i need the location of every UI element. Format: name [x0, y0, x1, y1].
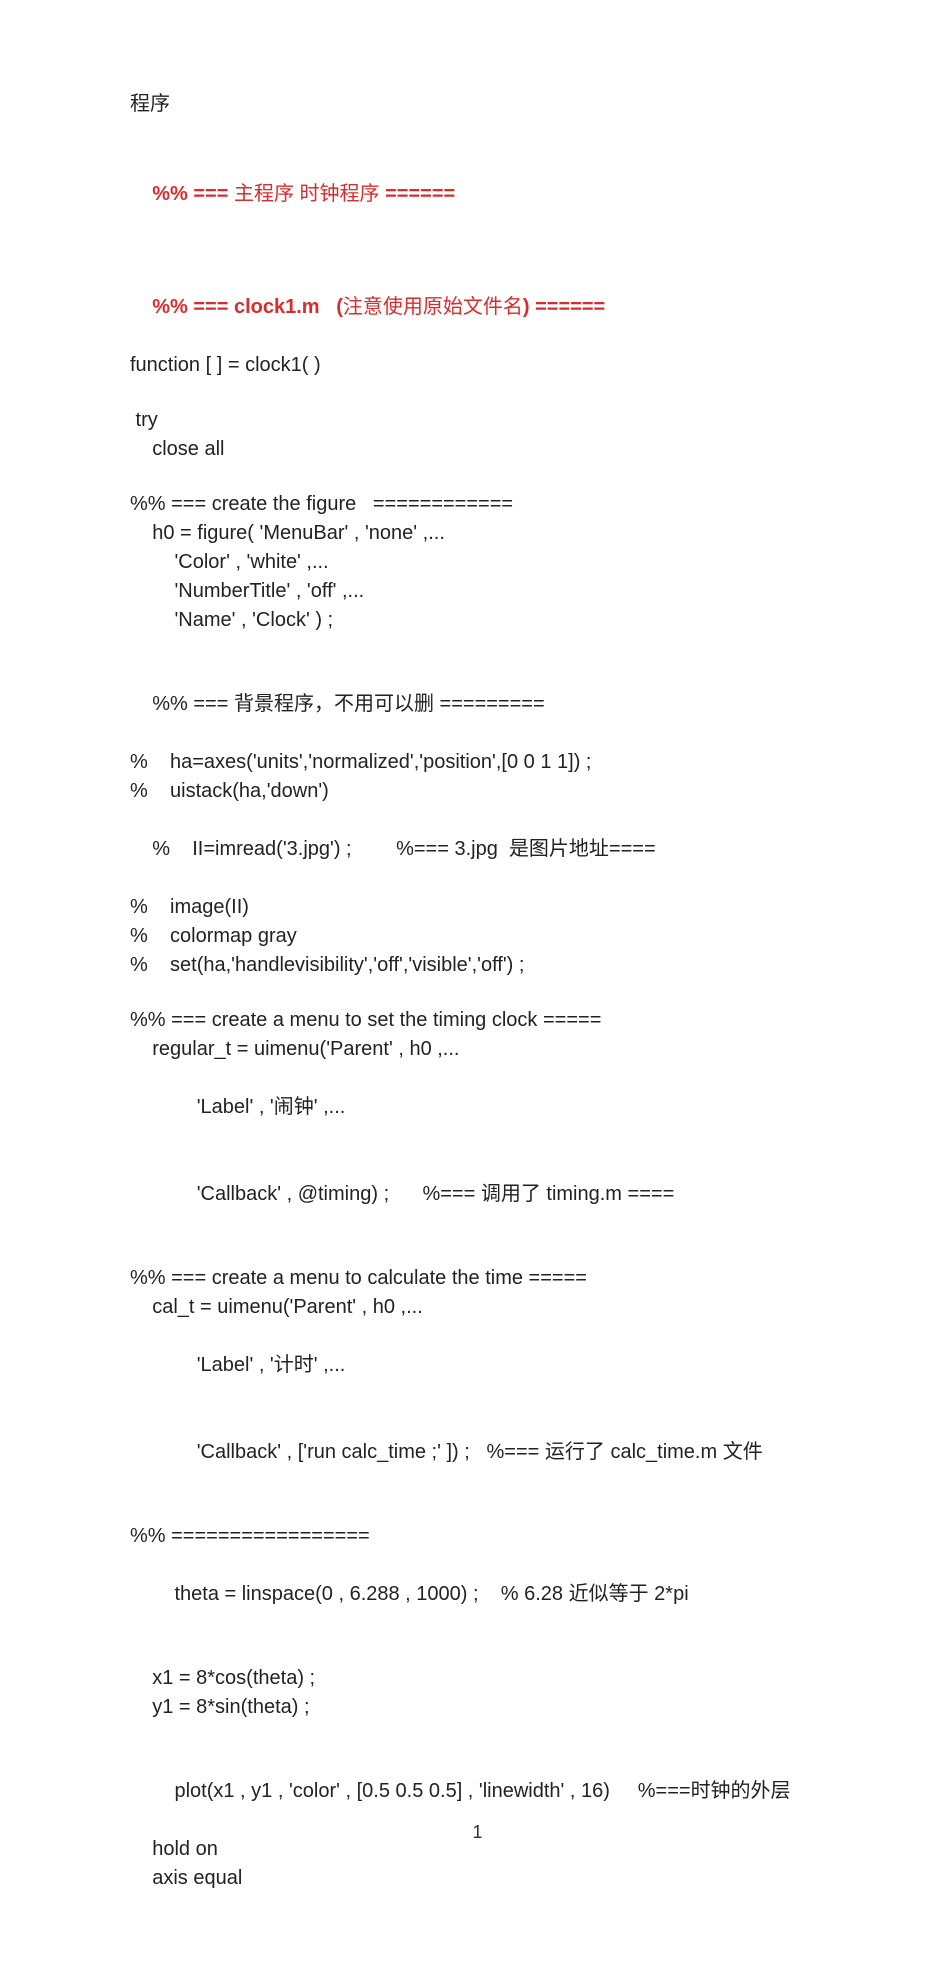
code-text: ==== — [609, 838, 656, 860]
code-line: axis equal — [130, 1864, 825, 1893]
code-text: 'Label' , ' — [152, 1354, 274, 1376]
code-line: close all — [130, 435, 825, 464]
section-timing-menu: %% === create a menu to set the timing c… — [130, 1006, 825, 1035]
code-text: 'Callback' , ['run calc_time ;' ]) ; %==… — [152, 1441, 539, 1463]
code-line: cal_t = uimenu('Parent' , h0 ,... — [130, 1293, 825, 1322]
code-line: y1 = 8*sin(theta) ; — [130, 1693, 825, 1722]
code-line: theta = linspace(0 , 6.288 , 1000) ; % 6… — [130, 1551, 825, 1638]
code-text-cn: 调用了 — [481, 1183, 541, 1205]
code-text: calc_time.m — [605, 1441, 717, 1463]
code-line: h0 = figure( 'MenuBar' , 'none' ,... — [130, 519, 825, 548]
page-title: 程序 — [130, 90, 825, 119]
code-text: % II=imread('3.jpg') ; %=== 3.jpg — [152, 838, 498, 860]
code-line: function [ ] = clock1( ) — [130, 351, 825, 380]
code-line: regular_t = uimenu('Parent' , h0 ,... — [130, 1035, 825, 1064]
code-line: % set(ha,'handlevisibility','off','visib… — [130, 951, 825, 980]
code-text: ' ,... — [314, 1096, 346, 1118]
section-create-figure: %% === create the figure ============ — [130, 490, 825, 519]
code-line: 'Label' , '闹钟' ,... — [130, 1064, 825, 1151]
code-line: % II=imread('3.jpg') ; %=== 3.jpg 是图片地址=… — [130, 806, 825, 893]
code-text: plot(x1 , y1 , 'color' , [0.5 0.5 0.5] ,… — [152, 1780, 690, 1802]
code-text: 'Label' , ' — [152, 1096, 274, 1118]
code-line: % uistack(ha,'down') — [130, 777, 825, 806]
code-line: % ha=axes('units','normalized','position… — [130, 748, 825, 777]
code-line: 'Name' , 'Clock' ) ; — [130, 606, 825, 635]
code-line: % image(II) — [130, 893, 825, 922]
code-text: 'Callback' , @timing) ; %=== — [152, 1183, 475, 1205]
code-line: 'Label' , '计时' ,... — [130, 1322, 825, 1409]
code-text: timing.m ==== — [541, 1183, 674, 1205]
code-text: theta = linspace(0 , 6.288 , 1000) ; % 6… — [152, 1583, 563, 1605]
heading-prefix: %% === — [152, 183, 228, 205]
code-text-cn: 运行了 — [545, 1441, 605, 1463]
code-text-cn: 是图片地址 — [509, 838, 609, 860]
code-line: 'Color' , 'white' ,... — [130, 548, 825, 577]
heading-text: 注意使用原始文件名 — [343, 296, 523, 318]
code-text: ========= — [440, 693, 545, 715]
code-text-cn: 闹钟 — [274, 1096, 314, 1118]
heading-suffix: ====== — [385, 183, 455, 205]
page-number: 1 — [130, 1819, 825, 1845]
code-text-cn: 背景程序，不用可以删 — [234, 693, 434, 715]
section-background: %% === 背景程序，不用可以删 ========= — [130, 661, 825, 748]
code-line: 'NumberTitle' , 'off' ,... — [130, 577, 825, 606]
code-text: 2*pi — [649, 1583, 689, 1605]
heading-main-program: %% === 主程序 时钟程序 ====== — [130, 151, 825, 238]
code-text-cn: 计时 — [274, 1354, 314, 1376]
section-divider: %% ================= — [130, 1522, 825, 1551]
heading-text: 主程序 时钟程序 — [234, 183, 380, 205]
code-line: x1 = 8*cos(theta) ; — [130, 1664, 825, 1693]
code-line: try — [130, 406, 825, 435]
section-calc-menu: %% === create a menu to calculate the ti… — [130, 1264, 825, 1293]
code-line: 'Callback' , ['run calc_time ;' ]) ; %==… — [130, 1409, 825, 1496]
code-text: ' ,... — [314, 1354, 346, 1376]
heading-prefix: %% === clock1.m ( — [152, 296, 343, 318]
code-line: 'Callback' , @timing) ; %=== 调用了 timing.… — [130, 1151, 825, 1238]
code-text: %% === — [152, 693, 228, 715]
code-text-cn: 近似等于 — [569, 1583, 649, 1605]
code-line: % colormap gray — [130, 922, 825, 951]
code-text-cn: 文件 — [723, 1441, 763, 1463]
heading-suffix: ) ====== — [523, 296, 605, 318]
code-text-cn: 时钟的外层 — [691, 1780, 791, 1802]
document-page: 程序 %% === 主程序 时钟程序 ====== %% === clock1.… — [130, 90, 825, 1893]
heading-clock1: %% === clock1.m (注意使用原始文件名) ====== — [130, 264, 825, 351]
